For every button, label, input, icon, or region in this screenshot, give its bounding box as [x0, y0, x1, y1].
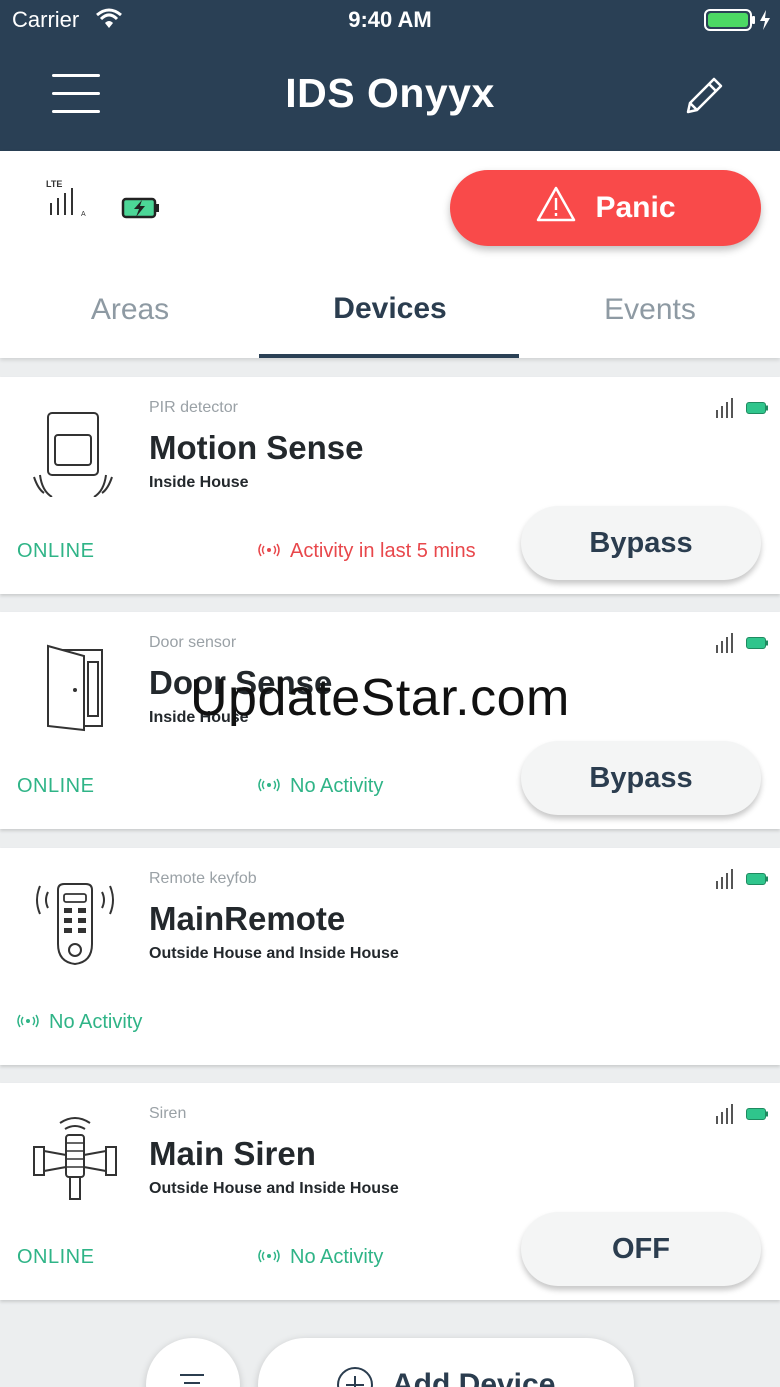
device-name: Motion Sense: [149, 429, 364, 466]
svg-text:A: A: [81, 211, 86, 218]
device-battery-icon: [746, 1107, 768, 1125]
bypass-button[interactable]: Bypass: [521, 506, 761, 580]
remote-keyfob-icon: [30, 878, 120, 968]
device-type: Siren: [149, 1105, 187, 1122]
signal-strength-icon: [715, 633, 735, 658]
device-card-remote: Remote keyfob MainRemote Outside House a…: [0, 848, 780, 1065]
device-battery-icon: [746, 636, 768, 654]
device-type: Door sensor: [149, 634, 237, 651]
door-sensor-icon: [30, 642, 120, 732]
bypass-button[interactable]: Bypass: [521, 741, 761, 815]
edit-icon[interactable]: [680, 72, 728, 120]
device-type: Remote keyfob: [149, 870, 257, 887]
app-header: Carrier 9:40 AM IDS Onyyx: [0, 0, 780, 151]
panic-button[interactable]: Panic: [450, 170, 761, 246]
app-title: IDS Onyyx: [285, 70, 495, 116]
tab-bar: Areas Devices Events: [0, 281, 780, 358]
pir-detector-icon: [30, 407, 120, 498]
battery-icon: [704, 8, 772, 38]
siren-toggle-button[interactable]: OFF: [521, 1212, 761, 1286]
device-card-motion: PIR detector Motion Sense Inside House O…: [0, 377, 780, 594]
device-battery-icon: [746, 401, 768, 419]
device-area: Outside House and Inside House: [149, 945, 399, 962]
activity-wave-icon: [258, 775, 280, 798]
activity-wave-icon: [17, 1011, 39, 1034]
device-status: ONLINE: [17, 540, 95, 562]
activity-wave-icon: [258, 1246, 280, 1269]
nav-bar: IDS Onyyx: [0, 40, 780, 151]
device-name: Main Siren: [149, 1135, 316, 1172]
activity-wave-icon: [258, 540, 280, 563]
device-area: Inside House: [149, 474, 249, 491]
device-activity: No Activity: [258, 775, 383, 798]
device-name: Door Sense: [149, 664, 333, 701]
add-device-button[interactable]: Add Device: [258, 1338, 634, 1387]
device-area: Outside House and Inside House: [149, 1180, 399, 1197]
warning-icon: [535, 185, 577, 231]
device-battery-icon: [746, 872, 768, 890]
system-battery-icon: [121, 196, 161, 225]
tab-devices[interactable]: Devices: [260, 281, 520, 358]
signal-strength-icon: [715, 398, 735, 423]
system-panel: LTE A Panic Areas Devices Events: [0, 151, 780, 358]
clock: 9:40 AM: [348, 7, 432, 32]
device-area: Inside House: [149, 709, 249, 726]
panic-label: Panic: [595, 191, 676, 224]
add-device-label: Add Device: [392, 1368, 556, 1387]
svg-text:LTE: LTE: [46, 179, 62, 189]
device-type: PIR detector: [149, 399, 238, 416]
signal-strength-icon: [715, 1104, 735, 1129]
plus-icon: [336, 1366, 374, 1387]
status-bar: Carrier 9:40 AM: [0, 0, 780, 40]
device-card-siren: Siren Main Siren Outside House and Insid…: [0, 1083, 780, 1300]
tab-areas[interactable]: Areas: [0, 281, 260, 358]
tab-events[interactable]: Events: [520, 281, 780, 358]
signal-strength-icon: [715, 869, 735, 894]
active-tab-indicator: [259, 354, 519, 358]
filter-button[interactable]: [146, 1338, 240, 1387]
device-activity: Activity in last 5 mins: [258, 540, 476, 563]
device-card-door: Door sensor Door Sense Inside House ONLI…: [0, 612, 780, 829]
device-status: ONLINE: [17, 1246, 95, 1268]
device-activity: No Activity: [258, 1246, 383, 1269]
device-name: MainRemote: [149, 900, 346, 937]
lte-signal-icon: LTE A: [46, 179, 96, 224]
siren-icon: [30, 1113, 120, 1203]
device-status: ONLINE: [17, 775, 95, 797]
device-activity: No Activity: [17, 1011, 142, 1034]
